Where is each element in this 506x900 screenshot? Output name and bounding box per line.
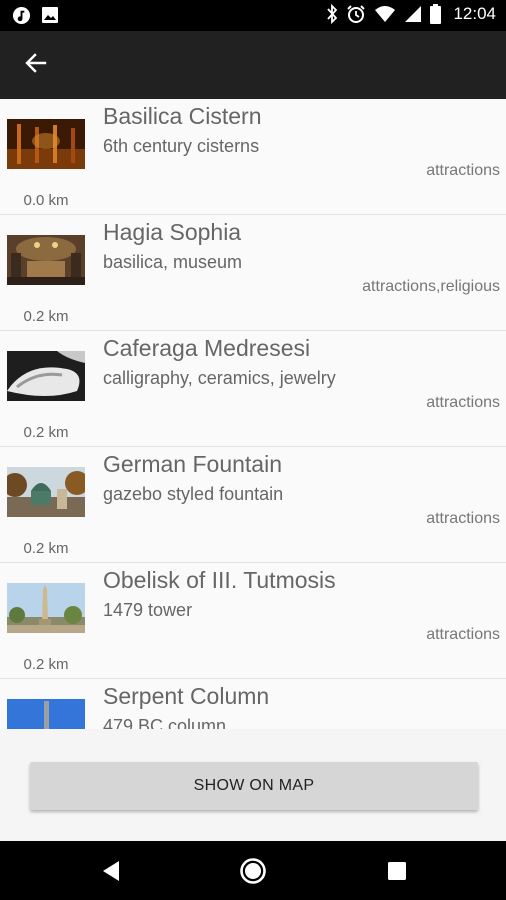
cell-signal-icon bbox=[404, 5, 422, 23]
place-categories: attractions bbox=[426, 510, 500, 527]
place-distance: 0.0 km bbox=[23, 192, 69, 209]
arrow-back-icon bbox=[25, 52, 47, 79]
place-row-basilica-cistern[interactable]: Basilica Cistern 6th century cisterns at… bbox=[0, 99, 506, 215]
place-description: gazebo styled fountain bbox=[103, 484, 284, 504]
place-distance: 0.2 km bbox=[23, 308, 69, 325]
alarm-icon bbox=[346, 4, 366, 24]
places-list[interactable]: Basilica Cistern 6th century cisterns at… bbox=[0, 99, 506, 729]
place-thumbnail bbox=[7, 235, 85, 285]
place-thumbnail bbox=[7, 351, 85, 401]
place-name: Obelisk of III. Tutmosis bbox=[103, 567, 336, 593]
place-name: Serpent Column bbox=[103, 683, 270, 709]
place-description: basilica, museum bbox=[103, 252, 243, 272]
place-distance: 0.2 km bbox=[23, 424, 69, 441]
place-name: Caferaga Medresesi bbox=[103, 335, 311, 361]
nav-back-icon[interactable] bbox=[97, 856, 127, 886]
bluetooth-icon bbox=[326, 4, 338, 24]
place-row-obelisk-tutmosis[interactable]: Obelisk of III. Tutmosis 1479 tower attr… bbox=[0, 563, 506, 679]
place-row-hagia-sophia[interactable]: Hagia Sophia basilica, museum attraction… bbox=[0, 215, 506, 331]
battery-icon bbox=[430, 4, 442, 24]
place-categories: attractions bbox=[426, 394, 500, 411]
place-distance: 0.2 km bbox=[23, 540, 69, 557]
show-on-map-button[interactable]: SHOW ON MAP bbox=[30, 762, 478, 810]
place-categories: attractions bbox=[426, 626, 500, 643]
back-button[interactable] bbox=[14, 43, 58, 87]
place-row-caferaga-medresesi[interactable]: Caferaga Medresesi calligraphy, ceramics… bbox=[0, 331, 506, 447]
place-thumbnail bbox=[7, 583, 85, 633]
place-name: Basilica Cistern bbox=[103, 103, 262, 129]
system-nav-bar bbox=[0, 841, 506, 900]
nav-home-icon[interactable] bbox=[238, 856, 268, 886]
place-description: calligraphy, ceramics, jewelry bbox=[103, 368, 336, 388]
place-distance: 0.2 km bbox=[23, 656, 69, 673]
place-categories: attractions,religious bbox=[362, 278, 500, 295]
place-thumbnail bbox=[7, 119, 85, 169]
place-description: 6th century cisterns bbox=[103, 136, 260, 156]
music-app-icon bbox=[12, 6, 31, 25]
notification-icons bbox=[12, 6, 59, 25]
place-name: German Fountain bbox=[103, 451, 282, 477]
place-description: 479 BC column bbox=[103, 716, 227, 729]
wifi-icon bbox=[374, 5, 396, 23]
nav-recents-icon[interactable] bbox=[382, 856, 412, 886]
place-thumbnail bbox=[7, 467, 85, 517]
status-bar: 12:04 bbox=[0, 0, 506, 31]
place-name: Hagia Sophia bbox=[103, 219, 242, 245]
place-description: 1479 tower bbox=[103, 600, 193, 620]
place-thumbnail bbox=[7, 699, 85, 729]
app-bar bbox=[0, 31, 506, 99]
bottom-action-area: SHOW ON MAP bbox=[0, 729, 506, 841]
image-icon bbox=[41, 6, 59, 25]
place-categories: attractions bbox=[426, 162, 500, 179]
status-time: 12:04 bbox=[453, 4, 496, 23]
place-row-serpent-column[interactable]: Serpent Column 479 BC column bbox=[0, 679, 506, 729]
place-row-german-fountain[interactable]: German Fountain gazebo styled fountain a… bbox=[0, 447, 506, 563]
